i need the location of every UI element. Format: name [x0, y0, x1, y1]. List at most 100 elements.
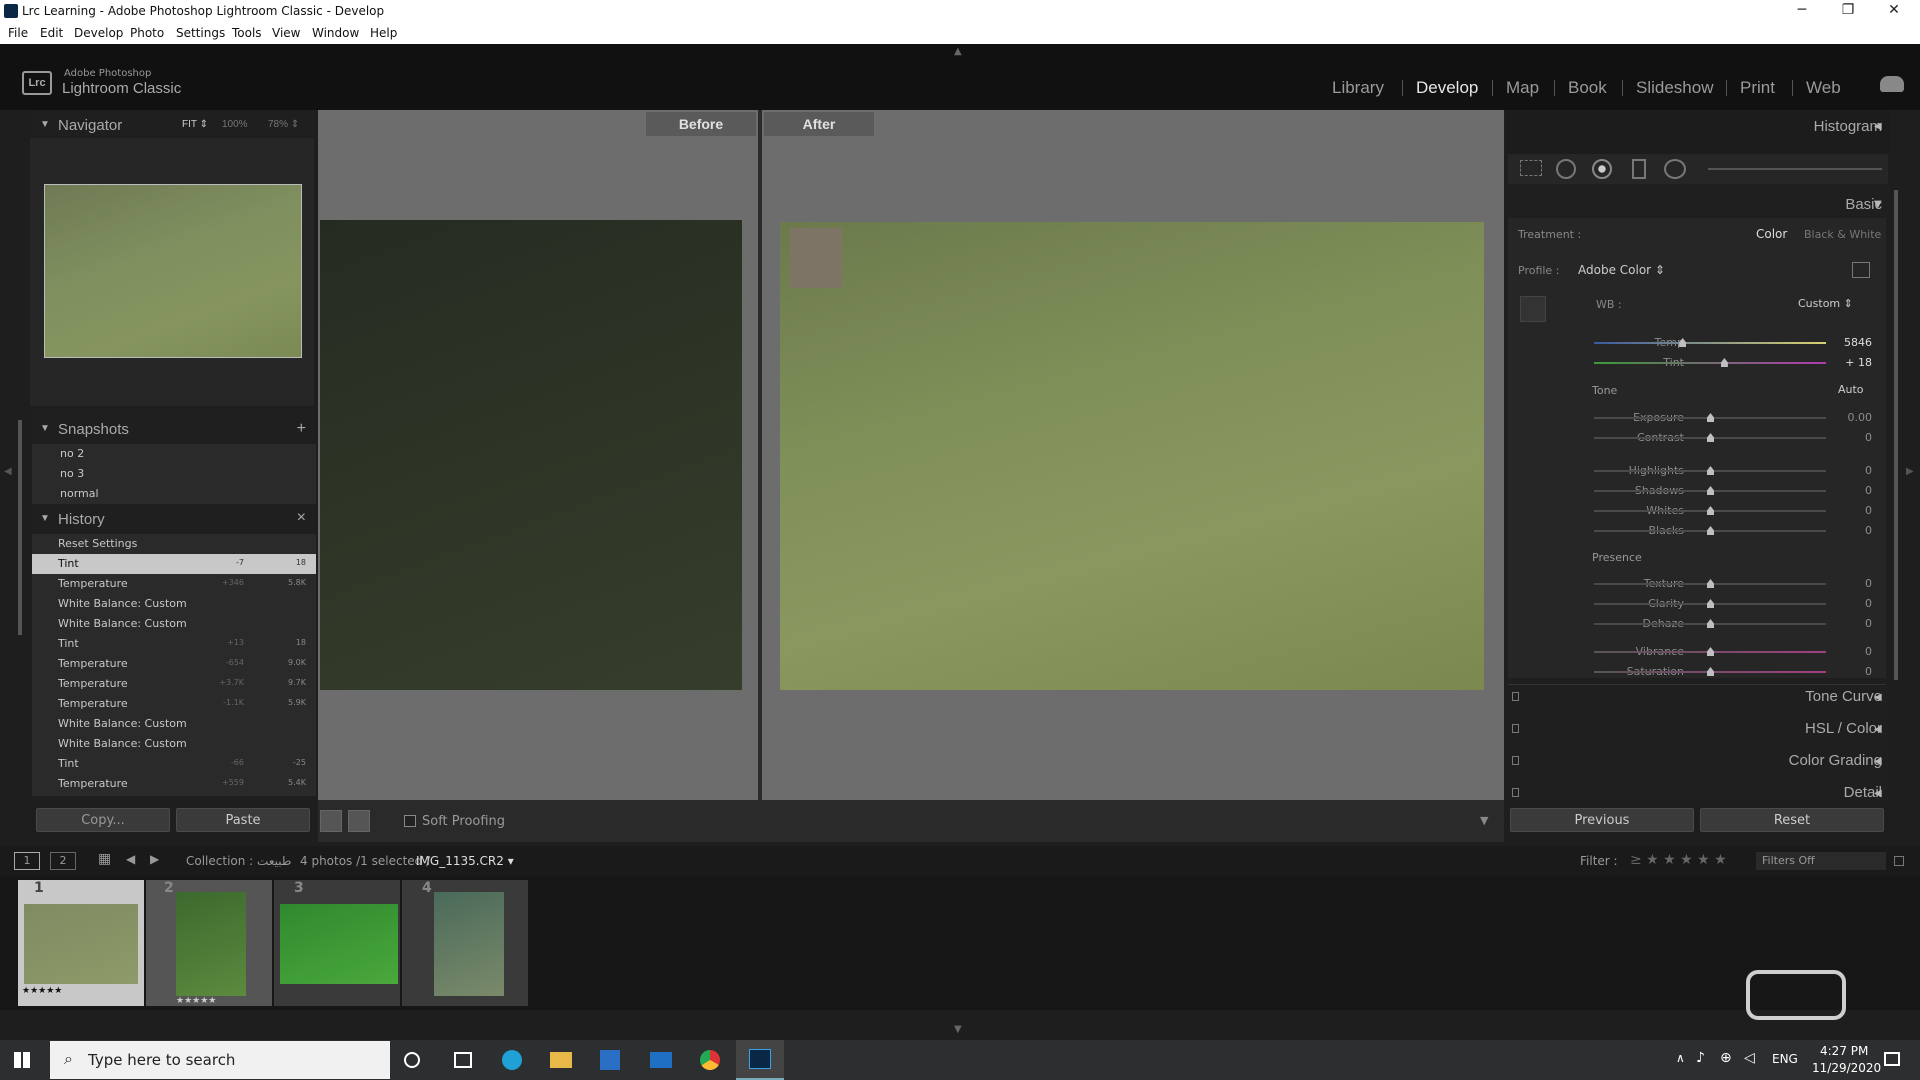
clock-date[interactable]: 11/29/2020 [1812, 1061, 1881, 1075]
volume-icon[interactable]: ◁ [1744, 1050, 1755, 1066]
crop-icon[interactable] [1520, 160, 1542, 176]
filters-off-select[interactable]: Filters Off [1756, 852, 1886, 870]
slider-value-contrast[interactable]: 0 [1840, 431, 1872, 444]
language-indicator[interactable]: ENG [1772, 1052, 1798, 1066]
wb-select[interactable]: Custom ⇕ [1798, 297, 1853, 310]
notifications-icon[interactable] [1884, 1052, 1900, 1066]
grid-icon[interactable]: ▦ [98, 851, 111, 867]
history-item[interactable]: White Balance: Custom [32, 734, 316, 754]
tray-chevron-icon[interactable]: ∧ [1676, 1051, 1685, 1065]
forward-icon[interactable]: ▶ [150, 852, 159, 866]
graduated-filter-icon[interactable] [1632, 159, 1646, 179]
menu-file[interactable]: File [8, 26, 28, 40]
expand-detail-icon[interactable]: ◀ [1874, 788, 1882, 799]
previous-button[interactable]: Previous [1510, 808, 1694, 832]
module-develop[interactable]: Develop [1416, 78, 1478, 98]
menu-view[interactable]: View [272, 26, 300, 40]
soft-proofing-checkbox[interactable] [404, 815, 416, 827]
list-item[interactable]: no 2 [32, 444, 316, 464]
right-collapse-icon[interactable]: ▶ [1906, 466, 1914, 477]
menu-settings[interactable]: Settings [176, 26, 225, 40]
module-map[interactable]: Map [1506, 78, 1539, 98]
treatment-color[interactable]: Color [1756, 227, 1787, 241]
cortana-icon[interactable] [404, 1052, 420, 1068]
panel-toggle-icon[interactable] [1512, 788, 1519, 797]
history-item[interactable]: Temperature -1.1K 5.9K [32, 694, 316, 714]
menu-help[interactable]: Help [370, 26, 397, 40]
thumbnail-cell[interactable]: 3 [274, 880, 400, 1006]
slider-track-tint[interactable] [1594, 362, 1826, 364]
rating-filter[interactable]: ≥ ★ ★ ★ ★ ★ [1630, 852, 1727, 868]
module-print[interactable]: Print [1740, 78, 1775, 98]
module-slideshow[interactable]: Slideshow [1636, 78, 1714, 98]
slider-value-exposure[interactable]: 0.00 [1840, 411, 1873, 424]
history-item[interactable]: Reset Settings [32, 534, 316, 554]
module-library[interactable]: Library [1332, 78, 1384, 98]
menu-edit[interactable]: Edit [40, 26, 63, 40]
slider-value-whites[interactable]: 0 [1840, 504, 1872, 517]
profile-select[interactable]: Adobe Color ⇕ [1578, 263, 1665, 277]
slider-value-texture[interactable]: 0 [1840, 577, 1872, 590]
edge-icon[interactable] [502, 1050, 522, 1070]
microphone-icon[interactable]: ♪ [1696, 1050, 1705, 1066]
brush-slider[interactable] [1708, 168, 1882, 170]
module-book[interactable]: Book [1568, 78, 1607, 98]
expand-tone-curve-icon[interactable]: ◀ [1874, 692, 1882, 703]
tone-curve-header[interactable]: Tone Curve [1805, 688, 1882, 705]
panel-toggle-icon[interactable] [1512, 692, 1519, 701]
slider-value-dehaze[interactable]: 0 [1840, 617, 1872, 630]
auto-button[interactable]: Auto [1838, 383, 1864, 396]
window-1-button[interactable]: 1 [14, 852, 40, 870]
slider-value-tint[interactable]: + 18 [1840, 356, 1872, 369]
taskbar-search[interactable]: ⌕ Type here to search [50, 1041, 390, 1079]
slider-value-vibrance[interactable]: 0 [1840, 645, 1872, 658]
menu-tools[interactable]: Tools [232, 26, 262, 40]
collapse-top-icon[interactable]: ▲ [954, 46, 962, 57]
history-item[interactable]: Temperature +3.7K 9.7K [32, 674, 316, 694]
red-eye-icon[interactable] [1592, 159, 1612, 179]
wb-eyedropper-icon[interactable] [1520, 296, 1546, 322]
left-collapse-icon[interactable]: ◀ [4, 466, 12, 477]
network-icon[interactable]: ⊕ [1720, 1050, 1732, 1066]
zoom-100[interactable]: 100% [222, 119, 248, 130]
filter-lock-icon[interactable] [1894, 856, 1904, 866]
mail-icon[interactable] [650, 1052, 672, 1068]
history-item[interactable]: White Balance: Custom [32, 614, 316, 634]
panel-toggle-icon[interactable] [1512, 756, 1519, 765]
slider-value-clarity[interactable]: 0 [1840, 597, 1872, 610]
collapse-histogram-icon[interactable]: ◀ [1874, 121, 1882, 132]
start-icon[interactable] [14, 1052, 30, 1068]
histogram-header[interactable]: Histogram [1814, 118, 1882, 135]
toolbar-menu-icon[interactable]: ▼ [1480, 814, 1488, 827]
close-button[interactable]: ✕ [1882, 2, 1906, 18]
swap-icon[interactable] [348, 810, 370, 832]
chrome-icon[interactable] [700, 1050, 720, 1070]
slider-value-temp[interactable]: 5846 [1840, 336, 1872, 349]
history-item-selected[interactable]: Tint -7 18 [32, 554, 316, 574]
add-snapshot-icon[interactable]: + [297, 420, 306, 438]
list-item[interactable]: normal [32, 484, 316, 504]
radial-filter-icon[interactable] [1664, 159, 1686, 179]
history-header[interactable]: ▼ History × [32, 508, 316, 532]
thumbnail-cell-selected[interactable]: 1 ★★★★★ [18, 880, 144, 1006]
slider-value-blacks[interactable]: 0 [1840, 524, 1872, 537]
collapse-basic-icon[interactable]: ▼ [1874, 199, 1882, 210]
slider-value-saturation[interactable]: 0 [1840, 665, 1872, 678]
cloud-sync-icon[interactable] [1880, 76, 1904, 92]
menu-window[interactable]: Window [312, 26, 359, 40]
paste-button[interactable]: Paste [176, 808, 310, 832]
reset-button[interactable]: Reset [1700, 808, 1884, 832]
history-item[interactable]: Tint -66 -25 [32, 754, 316, 774]
thumbnail-cell[interactable]: 2 ★★★★★ [146, 880, 272, 1006]
left-scrollbar[interactable] [18, 420, 22, 635]
lightroom-taskbar-button[interactable] [736, 1040, 784, 1080]
list-item[interactable]: no 3 [32, 464, 316, 484]
view-mode-icon[interactable] [320, 810, 342, 832]
collection-label[interactable]: Collection : طبیعت [186, 854, 291, 868]
clock-time[interactable]: 4:27 PM [1820, 1044, 1868, 1058]
minimize-button[interactable]: ─ [1790, 2, 1814, 18]
clear-history-icon[interactable]: × [297, 509, 306, 527]
module-web[interactable]: Web [1806, 78, 1841, 98]
hsl-header[interactable]: HSL / Color [1805, 720, 1882, 737]
treatment-bw[interactable]: Black & White [1804, 228, 1881, 241]
